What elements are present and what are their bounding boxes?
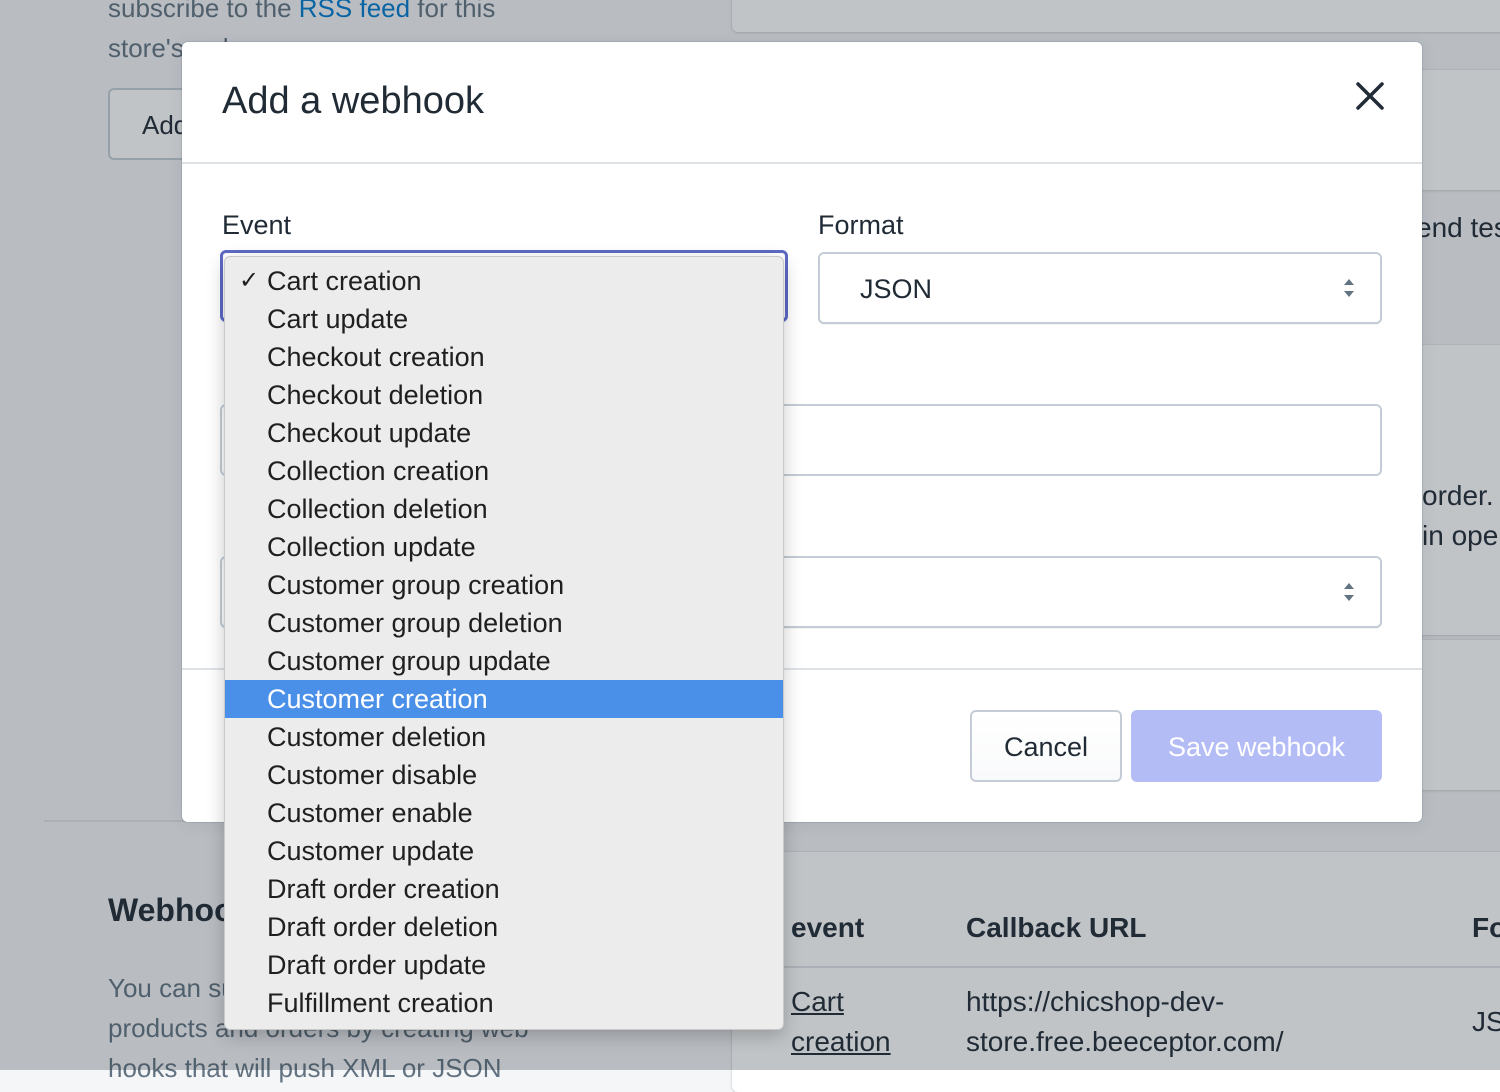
dropdown-option-label: Checkout deletion	[267, 380, 484, 410]
dropdown-option[interactable]: Customer group update	[225, 642, 783, 680]
cancel-button[interactable]: Cancel	[970, 710, 1122, 782]
dropdown-option-label: Customer deletion	[267, 722, 487, 752]
format-select[interactable]: JSON	[818, 252, 1382, 324]
dropdown-option-label: Draft order creation	[267, 874, 500, 904]
event-label: Event	[222, 210, 292, 240]
dropdown-option-label: Cart update	[267, 304, 409, 334]
dropdown-option[interactable]: Customer disable	[225, 756, 783, 794]
select-arrows-icon	[1344, 583, 1354, 601]
modal-header: Add a webhook	[182, 42, 1422, 164]
dropdown-option-label: Checkout creation	[267, 342, 485, 372]
dropdown-option[interactable]: Draft order creation	[225, 870, 783, 908]
dropdown-option-label: Customer update	[267, 836, 475, 866]
modal-title: Add a webhook	[222, 80, 484, 122]
dropdown-option-label: Customer group update	[267, 646, 551, 676]
dropdown-option[interactable]: Checkout deletion	[225, 376, 783, 414]
checkmark-icon: ✓	[239, 267, 260, 294]
format-select-value: JSON	[860, 274, 933, 304]
dropdown-option[interactable]: Collection deletion	[225, 490, 783, 528]
dropdown-option[interactable]: Collection creation	[225, 452, 783, 490]
save-webhook-button[interactable]: Save webhook	[1131, 710, 1382, 782]
dropdown-option[interactable]: Fulfillment creation	[225, 984, 783, 1022]
dropdown-option-label: Customer group creation	[267, 570, 565, 600]
dropdown-option-label: Draft order update	[267, 950, 487, 980]
dropdown-option-label: Collection deletion	[267, 494, 488, 524]
dropdown-option-label: Customer group deletion	[267, 608, 563, 638]
close-button[interactable]	[1350, 76, 1390, 116]
dropdown-option-label: Customer creation	[267, 684, 488, 714]
dropdown-option[interactable]: Draft order update	[225, 946, 783, 984]
dropdown-option-label: Customer disable	[267, 760, 478, 790]
dropdown-option-label: Checkout update	[267, 418, 472, 448]
dropdown-option[interactable]: Customer creation	[225, 680, 783, 718]
dropdown-option[interactable]: Customer group creation	[225, 566, 783, 604]
dropdown-option[interactable]: Customer enable	[225, 794, 783, 832]
dropdown-option[interactable]: Draft order deletion	[225, 908, 783, 946]
dropdown-option[interactable]: ✓ Cart creation	[225, 262, 783, 300]
dropdown-option-label: Customer enable	[267, 798, 473, 828]
dropdown-option[interactable]: Checkout creation	[225, 338, 783, 376]
dropdown-option[interactable]: Collection update	[225, 528, 783, 566]
dropdown-option-label: Fulfillment creation	[267, 988, 494, 1018]
dropdown-option[interactable]: Customer deletion	[225, 718, 783, 756]
dropdown-option-label: Draft order deletion	[267, 912, 499, 942]
select-arrows-icon	[1344, 279, 1354, 297]
dropdown-option[interactable]: Customer update	[225, 832, 783, 870]
format-label: Format	[818, 210, 904, 240]
dropdown-option[interactable]: Cart update	[225, 300, 783, 338]
dropdown-option-label: Cart creation	[267, 266, 422, 296]
dropdown-option[interactable]: Customer group deletion	[225, 604, 783, 642]
dropdown-option-label: Collection creation	[267, 456, 490, 486]
close-icon	[1356, 82, 1384, 110]
event-dropdown-list[interactable]: ✓ Cart creation Cart update Checkout creati…	[224, 256, 784, 1030]
dropdown-option[interactable]: Checkout update	[225, 414, 783, 452]
dropdown-option-label: Collection update	[267, 532, 476, 562]
